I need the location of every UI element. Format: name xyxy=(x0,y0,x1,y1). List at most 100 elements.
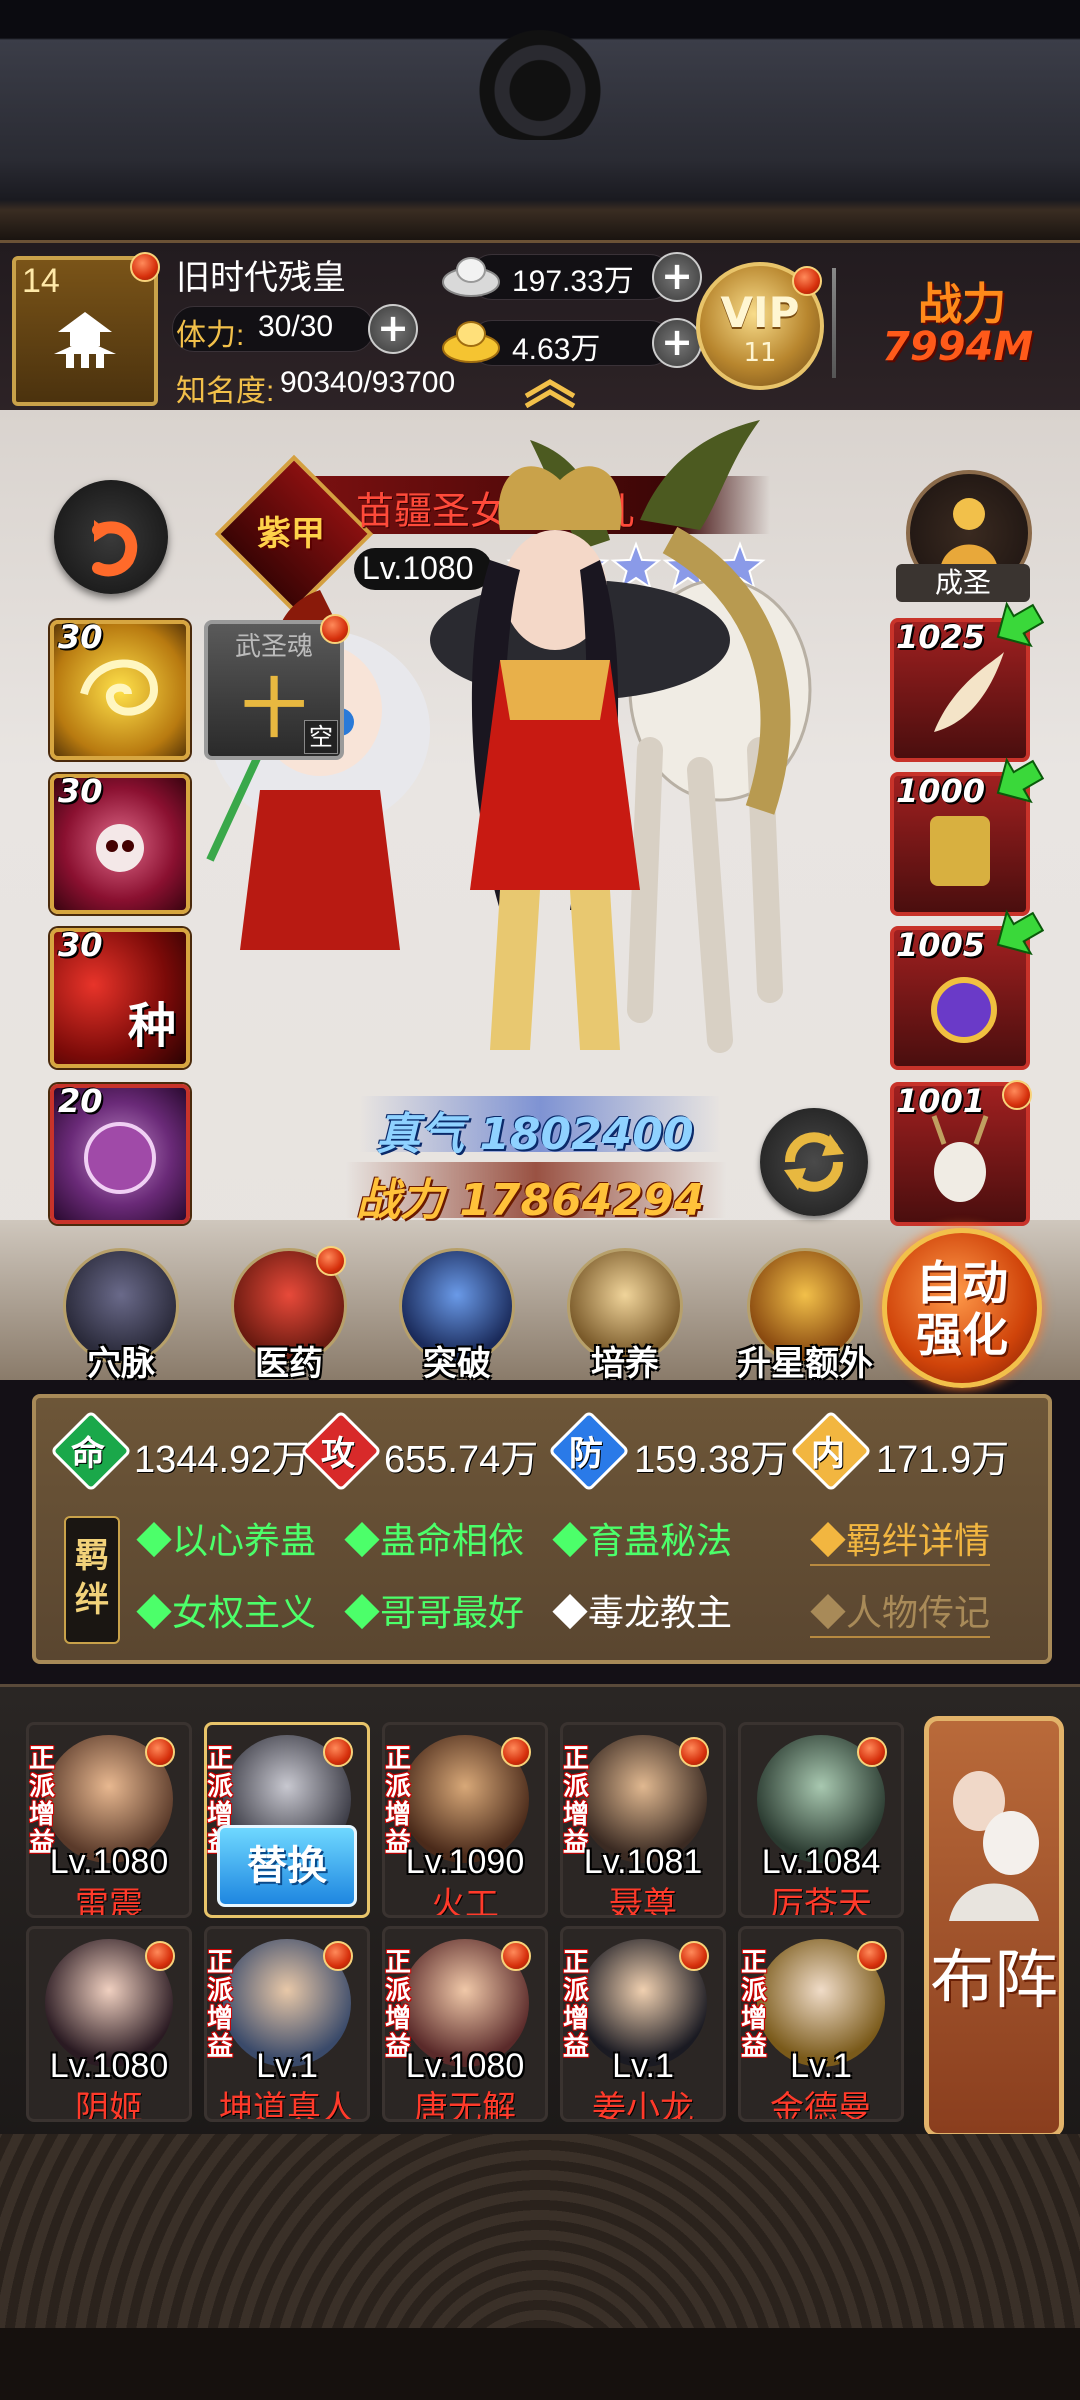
roster-card[interactable]: 正派增益 Lv.1 金德曼 xyxy=(738,1926,904,2122)
player-level-avatar[interactable]: 14 xyxy=(12,252,160,406)
switch-hero-button[interactable] xyxy=(760,1108,868,1216)
vip-badge[interactable]: VIP 11 xyxy=(696,262,824,390)
notification-dot xyxy=(679,1941,709,1971)
upgrade-arrow-icon xyxy=(996,757,1044,804)
refresh-icon xyxy=(784,1132,844,1192)
skill-slot-4[interactable]: 20 xyxy=(50,1082,190,1224)
auto-strengthen-button[interactable]: 自动强化 xyxy=(882,1228,1042,1388)
def-value: 159.38万 xyxy=(634,1439,789,1481)
notification-dot xyxy=(145,1941,175,1971)
skill-slot-3[interactable]: 30 种 xyxy=(50,926,190,1068)
stamina-value: 30/30 xyxy=(258,310,334,343)
upgrade-arrow-icon xyxy=(996,909,1044,956)
roster-card[interactable]: Lv.1080 阴姬 xyxy=(26,1926,192,2122)
roster-card-selected[interactable]: 正派增益 替换 xyxy=(204,1722,370,1918)
notification-dot xyxy=(320,614,350,644)
skill-level: 20 xyxy=(58,1082,103,1120)
bond-6: ◆毒龙教主 xyxy=(552,1592,733,1633)
notification-dot xyxy=(857,1737,887,1767)
formation-label: 布阵 xyxy=(930,1944,1058,2018)
hero-power: 战力 17864294 xyxy=(356,1175,705,1226)
power-label: 战力 xyxy=(918,279,1006,330)
roster-card[interactable]: Lv.1084 厉苍天 xyxy=(738,1722,904,1918)
hero-portrait xyxy=(206,420,812,1053)
back-arrow-icon xyxy=(92,520,138,577)
replace-button[interactable]: 替换 xyxy=(217,1825,357,1907)
notification-dot xyxy=(130,252,160,282)
skill-level: 30 xyxy=(58,618,103,656)
bond-3: ◆育蛊秘法 xyxy=(552,1520,733,1561)
int-label: 内 xyxy=(811,1434,845,1474)
feature-cultivate[interactable]: 培养 xyxy=(562,1248,688,1413)
bond-5: ◆哥哥最好 xyxy=(344,1592,525,1633)
notification-dot xyxy=(792,266,822,296)
gold-amount: 4.63万 xyxy=(512,333,601,366)
equipment-level: 1005 xyxy=(896,926,986,964)
bond-4: ◆女权主义 xyxy=(136,1592,317,1633)
notification-dot xyxy=(501,1941,531,1971)
back-button[interactable] xyxy=(54,480,168,594)
notification-dot xyxy=(679,1737,709,1767)
skill-slot-1[interactable]: 30 xyxy=(50,618,190,760)
feature-star-up-extra[interactable]: 升星额外 xyxy=(730,1248,880,1413)
pagoda-icon xyxy=(54,312,116,368)
notification-dot xyxy=(316,1246,346,1276)
upgrade-arrow-icon xyxy=(996,601,1044,648)
gold-ingot-icon xyxy=(442,321,500,363)
formation-portrait-icon xyxy=(949,1771,1039,1921)
divider xyxy=(832,268,836,378)
skill-mark: 种 xyxy=(127,998,176,1054)
def-label: 防 xyxy=(569,1434,603,1474)
notification-dot xyxy=(857,1941,887,1971)
bonds-tag: 羁绊 xyxy=(64,1516,120,1644)
notification-dot xyxy=(323,1941,353,1971)
soul-slot[interactable]: 武圣魂 十 空 xyxy=(204,614,350,760)
true-qi: 真气 1802400 xyxy=(376,1109,694,1160)
power-value: 7994M xyxy=(882,324,1034,370)
hp-label: 命 xyxy=(71,1434,105,1474)
skill-level: 30 xyxy=(58,926,103,964)
soul-slot-tag: 空 xyxy=(304,720,338,754)
add-silver-button[interactable]: + xyxy=(652,252,702,302)
player-name: 旧时代残皇 xyxy=(176,259,346,297)
silver-ingot-icon xyxy=(442,257,500,297)
stamina-label: 体力: xyxy=(176,319,245,352)
player-level: 14 xyxy=(22,262,60,300)
hp-value: 1344.92万 xyxy=(134,1439,310,1481)
player-power: 战力 7994M xyxy=(868,268,1080,388)
add-gold-button[interactable]: + xyxy=(652,318,702,368)
bottom-bar xyxy=(0,2328,1080,2400)
bond-details-link[interactable]: ◆羁绊详情 xyxy=(810,1512,991,1566)
bond-2: ◆蛊命相依 xyxy=(344,1520,525,1561)
skill-level: 30 xyxy=(58,772,103,810)
roster-card[interactable]: 正派增益 Lv.1080 唐无解 xyxy=(382,1926,548,2122)
vip-level: 11 xyxy=(743,338,777,368)
notification-dot xyxy=(1002,1080,1032,1110)
bonds-title: 羁绊 xyxy=(75,1536,109,1620)
atk-label: 攻 xyxy=(321,1434,355,1474)
bond-1: ◆以心养蛊 xyxy=(136,1520,317,1561)
roster-card[interactable]: 正派增益 Lv.1 姜小龙 xyxy=(560,1926,726,2122)
auto-strengthen-label: 自动强化 xyxy=(916,1256,1008,1362)
roster-card[interactable]: 正派增益 Lv.1081 聂尊 xyxy=(560,1722,726,1918)
biography-link[interactable]: ◆人物传记 xyxy=(810,1584,991,1638)
equipment-level: 1001 xyxy=(896,1082,986,1120)
notification-dot xyxy=(501,1737,531,1767)
notification-dot xyxy=(145,1737,175,1767)
feature-meridian[interactable]: 穴脉 xyxy=(58,1248,184,1413)
feature-breakthrough[interactable]: 突破 xyxy=(394,1248,520,1413)
silver-amount: 197.33万 xyxy=(512,265,634,298)
roof-ornament-icon xyxy=(470,30,610,140)
roster-card[interactable]: 正派增益 Lv.1080 雷震 xyxy=(26,1722,192,1918)
add-stamina-button[interactable]: + xyxy=(368,304,418,354)
int-value: 171.9万 xyxy=(876,1439,1010,1481)
equipment-level: 1000 xyxy=(896,772,986,810)
roster-card[interactable]: 正派增益 Lv.1090 火工 xyxy=(382,1722,548,1918)
skill-slot-2[interactable]: 30 xyxy=(50,772,190,914)
feature-medicine[interactable]: 医药 xyxy=(226,1246,352,1413)
notification-dot xyxy=(323,1737,353,1767)
roster-card[interactable]: 正派增益 Lv.1 坤道真人 xyxy=(204,1926,370,2122)
atk-value: 655.74万 xyxy=(384,1439,539,1481)
formation-button[interactable]: 布阵 xyxy=(924,1716,1064,2138)
equipment-slot-4[interactable]: 1001 xyxy=(890,1080,1032,1226)
